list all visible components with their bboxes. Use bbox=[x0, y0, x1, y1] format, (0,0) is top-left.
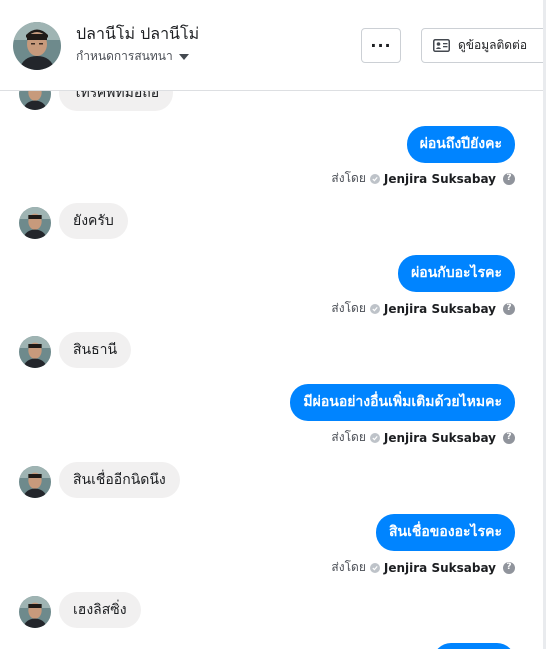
sent-by-label: ส่งโดย bbox=[331, 430, 366, 444]
conversation-schedule-label: กำหนดการสนทนา bbox=[76, 49, 173, 63]
check-icon bbox=[369, 173, 380, 184]
message-bubble-incoming[interactable]: เฮงลิสซิ่ง bbox=[59, 592, 141, 628]
help-icon[interactable]: ? bbox=[503, 172, 515, 185]
help-icon[interactable]: ? bbox=[503, 431, 515, 444]
avatar bbox=[19, 207, 51, 239]
agent-name: Jenjira Suksabay bbox=[383, 430, 496, 445]
caret-down-icon bbox=[178, 53, 189, 60]
avatar bbox=[19, 596, 51, 628]
conversation-header: ปลานีโม่ ปลานีโม่ กำหนดการสนทนา ··· ดูข้… bbox=[0, 0, 546, 91]
message-bubble-outgoing[interactable]: มีผ่อนอย่างอื่นเพิ่มเติมด้วยไหมคะ bbox=[290, 384, 515, 421]
avatar bbox=[19, 336, 51, 368]
message-bubble-incoming[interactable]: สินธานี bbox=[59, 332, 132, 368]
contact-card-icon bbox=[433, 39, 450, 52]
conversation-schedule-dropdown[interactable]: กำหนดการสนทนา bbox=[76, 47, 189, 66]
sent-by-info: ส่งโดย Jenjira Suksabay ? bbox=[331, 428, 515, 447]
sent-by-info: ส่งโดย Jenjira Suksabay ? bbox=[331, 558, 515, 577]
agent-name: Jenjira Suksabay bbox=[383, 560, 496, 575]
message-bubble-incoming[interactable]: ยังครับ bbox=[59, 203, 128, 239]
help-icon[interactable]: ? bbox=[503, 561, 515, 574]
avatar bbox=[19, 91, 51, 110]
view-contact-button[interactable]: ดูข้อมูลติดต่อ bbox=[421, 28, 546, 63]
agent-name: Jenjira Suksabay bbox=[383, 301, 496, 316]
message-thread[interactable]: โทรศัพท์มือถือ ผ่อนถึงปียังคะ ส่งโดย Jen… bbox=[0, 91, 546, 649]
check-icon bbox=[369, 562, 380, 573]
message-bubble-incoming[interactable]: สินเชื่ออีกนิดนึง bbox=[59, 462, 180, 498]
more-options-button[interactable]: ··· bbox=[361, 28, 401, 63]
sent-by-label: ส่งโดย bbox=[331, 560, 366, 574]
check-icon bbox=[369, 432, 380, 443]
sent-by-info: ส่งโดย Jenjira Suksabay ? bbox=[331, 299, 515, 318]
avatar bbox=[19, 466, 51, 498]
check-icon bbox=[369, 303, 380, 314]
avatar[interactable] bbox=[13, 22, 61, 70]
sent-by-label: ส่งโดย bbox=[331, 301, 366, 315]
message-bubble-outgoing[interactable]: สินเชื่อของอะไรคะ bbox=[376, 514, 515, 551]
sent-by-label: ส่งโดย bbox=[331, 171, 366, 185]
message-bubble-incoming[interactable]: โทรศัพท์มือถือ bbox=[59, 91, 174, 111]
sent-by-info: ส่งโดย Jenjira Suksabay ? bbox=[331, 169, 515, 188]
agent-name: Jenjira Suksabay bbox=[383, 171, 496, 186]
message-bubble-outgoing[interactable]: ผ่อนถึงปียังคะ bbox=[406, 126, 515, 163]
message-bubble-outgoing[interactable]: ผ่อนกับอะไรคะ bbox=[398, 255, 515, 292]
messenger-window: ปลานีโม่ ปลานีโม่ กำหนดการสนทนา ··· ดูข้… bbox=[0, 0, 546, 649]
help-icon[interactable]: ? bbox=[503, 302, 515, 315]
contact-name[interactable]: ปลานีโม่ ปลานีโม่ bbox=[76, 22, 199, 47]
message-bubble-outgoing-partial[interactable] bbox=[433, 643, 515, 649]
view-contact-label: ดูข้อมูลติดต่อ bbox=[458, 38, 528, 52]
